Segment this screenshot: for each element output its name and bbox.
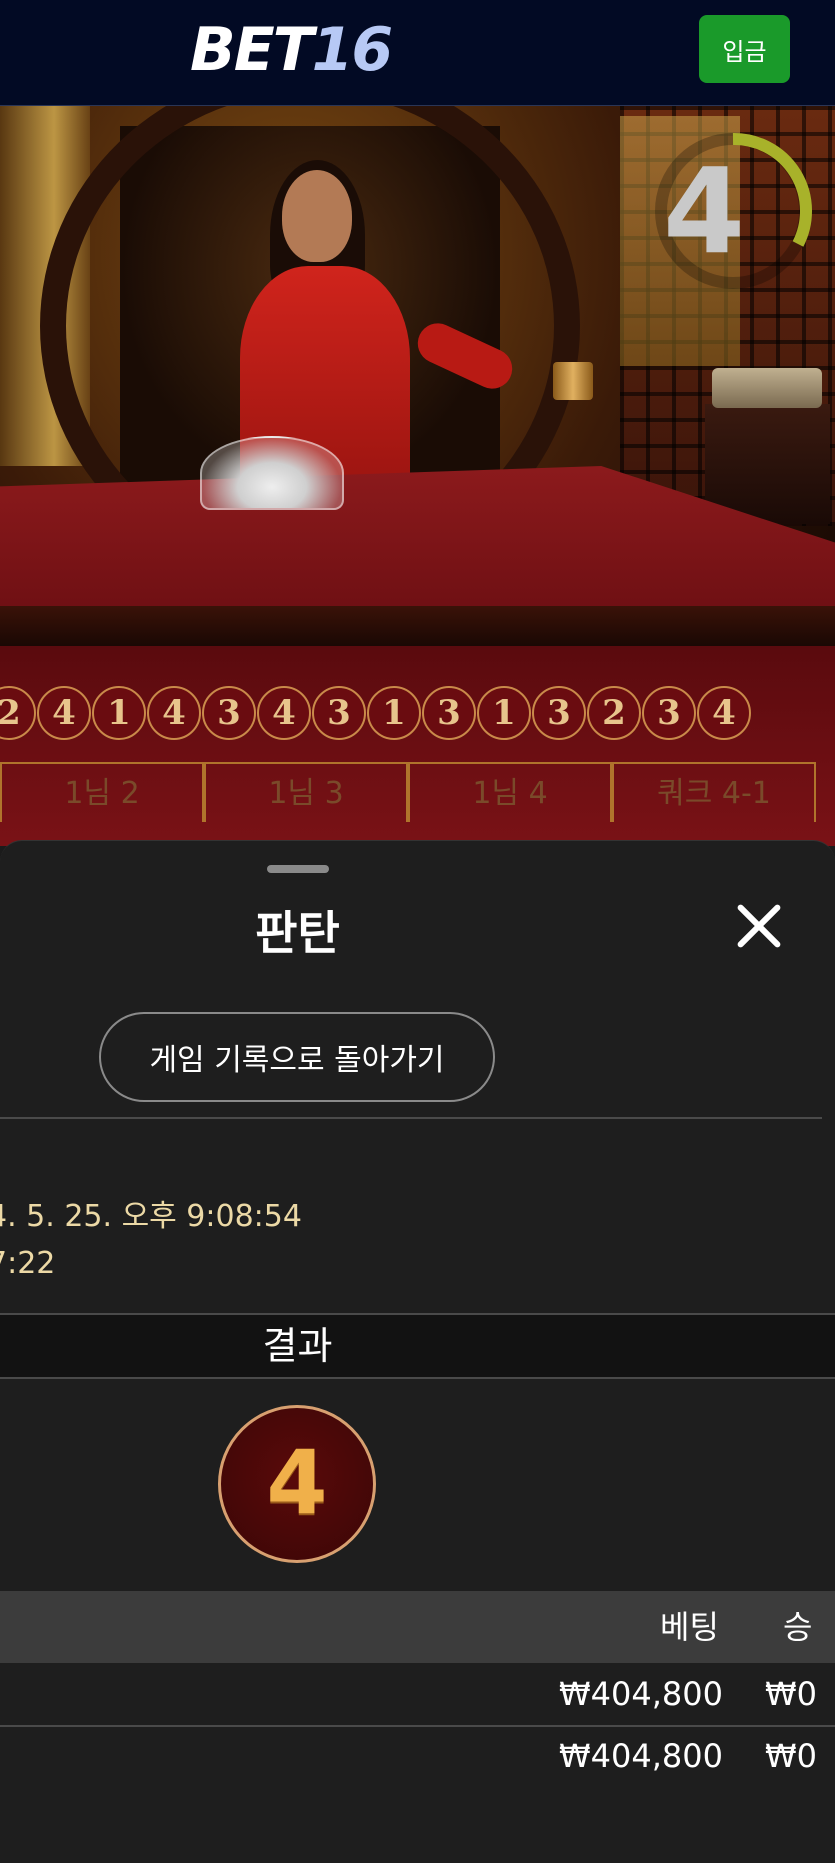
bead-dome bbox=[200, 436, 344, 510]
bet-spots: 1님 2 1님 3 1님 4 쿼크 4-1 bbox=[0, 762, 835, 822]
bet-table-header: 베팅 승 bbox=[0, 1591, 835, 1663]
dragon-statue bbox=[712, 368, 822, 408]
win-amount: ₩0 bbox=[765, 1675, 817, 1713]
history-result-coin: 4 bbox=[147, 686, 201, 740]
live-video: 4 24143431313234 1님 2 1님 3 1님 4 쿼크 4-1 bbox=[0, 106, 835, 846]
history-result-coin: 3 bbox=[312, 686, 366, 740]
brand-logo[interactable]: BET16 bbox=[190, 14, 393, 86]
column-header-bet: 베팅 bbox=[660, 1608, 719, 1646]
table-row: ₩404,800 ₩0 bbox=[0, 1725, 835, 1787]
countdown-timer: 4 bbox=[662, 142, 746, 280]
history-result-coin: 1 bbox=[367, 686, 421, 740]
history-result-coin: 2 bbox=[0, 686, 36, 740]
result-number-badge: 4 bbox=[218, 1405, 376, 1563]
bet-spot-cell[interactable]: 1님 3 bbox=[204, 762, 408, 822]
result-label: 결과 bbox=[262, 1324, 333, 1368]
history-result-coin: 3 bbox=[422, 686, 476, 740]
history-result-coin: 3 bbox=[202, 686, 256, 740]
table-edge bbox=[0, 606, 835, 646]
win-amount: ₩0 bbox=[765, 1737, 817, 1775]
column-header-win: 승 bbox=[783, 1608, 813, 1646]
drag-handle[interactable] bbox=[267, 865, 329, 873]
result-history: 24143431313234 bbox=[0, 686, 835, 746]
close-icon[interactable] bbox=[732, 899, 786, 953]
bet-amount: ₩404,800 bbox=[559, 1737, 723, 1775]
dragon-pedestal bbox=[705, 404, 830, 524]
logo-text-16: 16 bbox=[311, 15, 393, 85]
bet-spot-cell[interactable]: 쿼크 4-1 bbox=[612, 762, 816, 822]
brass-cup bbox=[553, 362, 593, 400]
table-row: ₩404,800 ₩0 bbox=[0, 1663, 835, 1727]
bet-amount: ₩404,800 bbox=[559, 1675, 723, 1713]
history-result-coin: 4 bbox=[37, 686, 91, 740]
history-result-coin: 1 bbox=[477, 686, 531, 740]
history-result-coin: 3 bbox=[532, 686, 586, 740]
round-time: 7:22 bbox=[0, 1246, 56, 1281]
result-section-header: 결과 bbox=[0, 1313, 835, 1379]
bet-spot-cell[interactable]: 1님 4 bbox=[408, 762, 612, 822]
sheet-title: 판탄 bbox=[255, 906, 340, 960]
round-datetime: 4. 5. 25. 오후 9:08:54 bbox=[0, 1199, 302, 1234]
deposit-button[interactable]: 입금 bbox=[699, 15, 790, 83]
history-result-coin: 1 bbox=[92, 686, 146, 740]
history-result-coin: 3 bbox=[642, 686, 696, 740]
logo-text-bet: BET bbox=[190, 15, 314, 85]
top-header: BET16 입금 bbox=[0, 0, 835, 106]
history-result-coin: 4 bbox=[697, 686, 751, 740]
bet-spot-cell[interactable]: 1님 2 bbox=[0, 762, 204, 822]
history-result-coin: 2 bbox=[587, 686, 641, 740]
back-to-history-button[interactable]: 게임 기록으로 돌아가기 bbox=[99, 1012, 495, 1102]
game-detail-sheet: 판탄 게임 기록으로 돌아가기 4. 5. 25. 오후 9:08:54 7:2… bbox=[0, 840, 835, 1863]
divider bbox=[0, 1117, 822, 1119]
history-result-coin: 4 bbox=[257, 686, 311, 740]
dealer-head bbox=[282, 170, 352, 262]
